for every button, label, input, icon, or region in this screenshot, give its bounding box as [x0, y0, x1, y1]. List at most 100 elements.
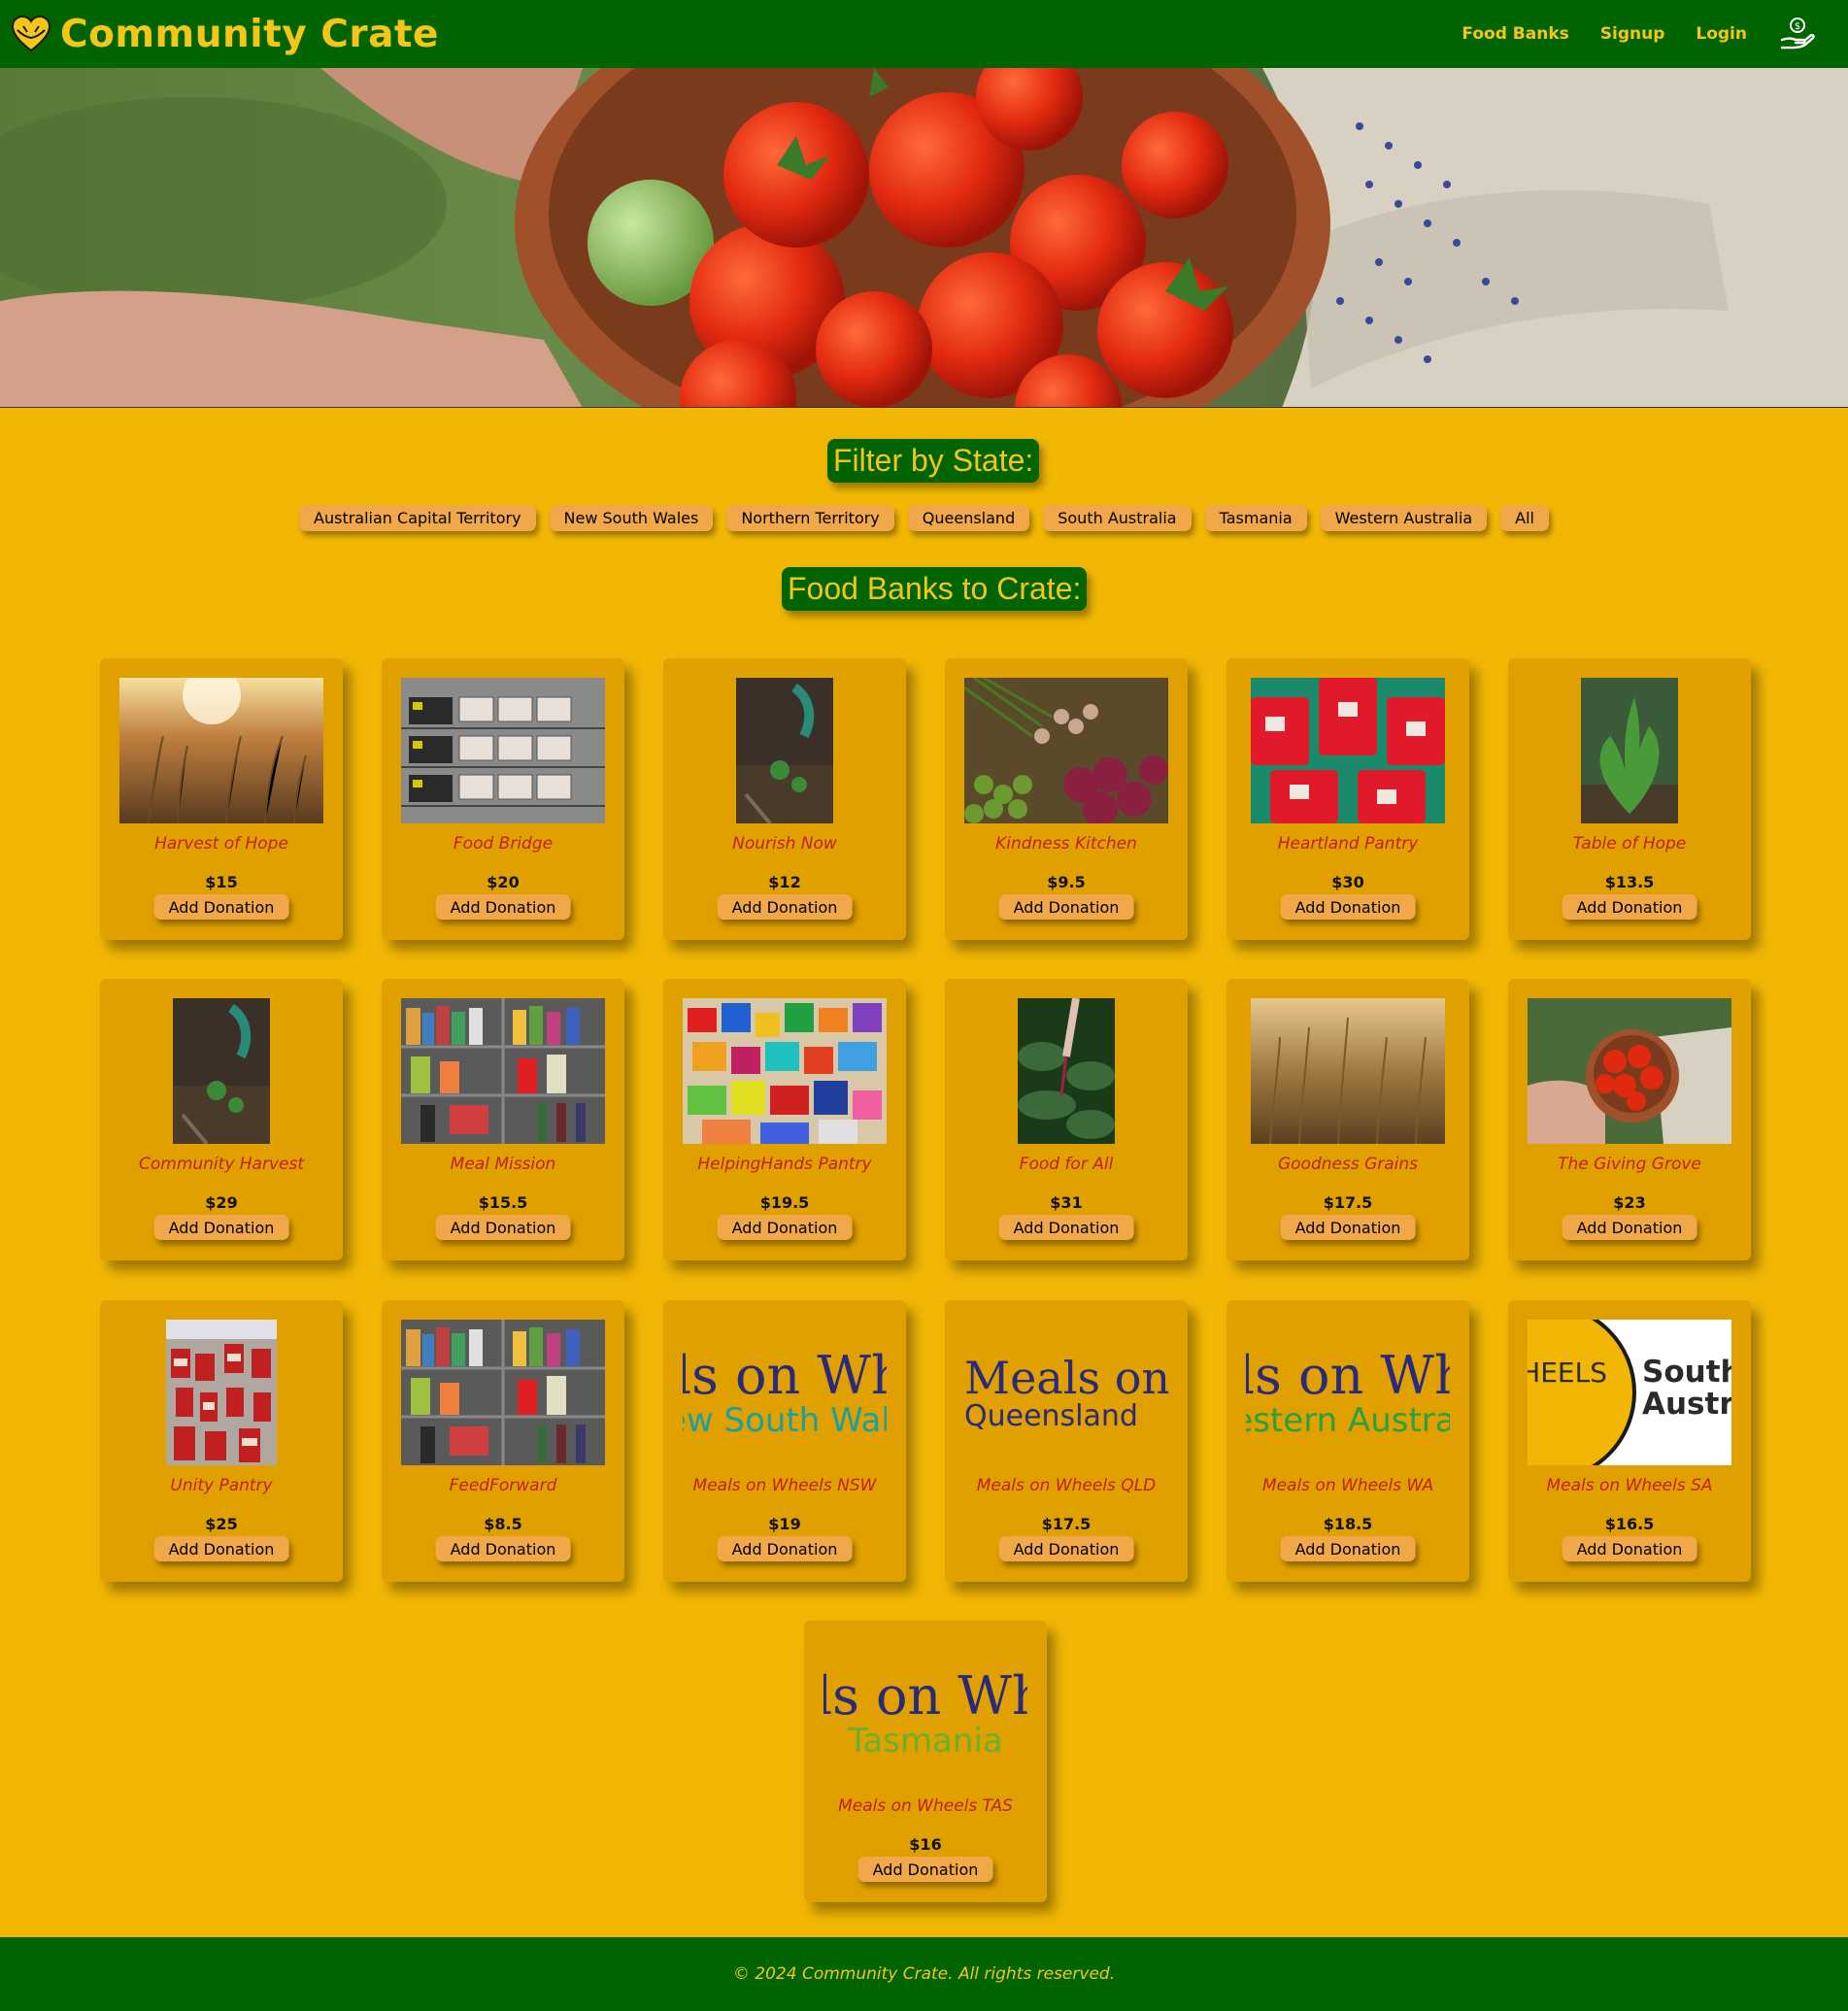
- food-bank-price: $16.5: [1604, 1515, 1655, 1533]
- food-bank-name: Table of Hope: [1572, 834, 1687, 854]
- food-bank-name: FeedForward: [449, 1476, 557, 1495]
- food-bank-photo: [119, 678, 323, 823]
- food-bank-photo: [964, 678, 1168, 823]
- food-bank-card: FeedForward $8.5 Add Donation: [382, 1300, 624, 1582]
- logo-line-1: Meals on Wheels: [1246, 1345, 1450, 1406]
- add-donation-button[interactable]: Add Donation: [153, 1536, 289, 1561]
- state-filter-group: Australian Capital Territory New South W…: [0, 505, 1848, 531]
- logo-line-1: Meals on Wheels: [964, 1352, 1168, 1404]
- add-donation-button[interactable]: Add Donation: [435, 894, 571, 920]
- food-bank-price: $30: [1331, 873, 1364, 891]
- add-donation-button[interactable]: Add Donation: [1280, 1215, 1416, 1240]
- nav-link-signup[interactable]: Signup: [1600, 24, 1665, 44]
- hero-banner-tomatoes: [0, 68, 1848, 408]
- food-bank-name: Community Harvest: [138, 1155, 305, 1174]
- meals-on-wheels-logo: Meals on Wheels New South Wales: [683, 1320, 887, 1465]
- food-bank-card: Table of Hope $13.5 Add Donation: [1508, 658, 1751, 940]
- add-donation-button[interactable]: Add Donation: [998, 1215, 1134, 1240]
- food-bank-price: $31: [1050, 1193, 1083, 1212]
- logo-line-1: Meals on Wheels: [823, 1665, 1027, 1726]
- filter-button-tas[interactable]: Tasmania: [1204, 505, 1307, 531]
- heart-hands-icon: [11, 15, 51, 52]
- add-donation-button[interactable]: Add Donation: [435, 1536, 571, 1561]
- food-bank-card: Kindness Kitchen $9.5 Add Donation: [945, 658, 1188, 940]
- food-bank-card: Meals on Wheels Tasmania Meals on Wheels…: [804, 1621, 1047, 1902]
- add-donation-button[interactable]: Add Donation: [1562, 1215, 1697, 1240]
- add-donation-button[interactable]: Add Donation: [717, 1215, 853, 1240]
- add-donation-button[interactable]: Add Donation: [1562, 1536, 1697, 1561]
- add-donation-button[interactable]: Add Donation: [717, 1536, 853, 1561]
- food-bank-card: Food for All $31 Add Donation: [945, 979, 1188, 1260]
- add-donation-button[interactable]: Add Donation: [1280, 1536, 1416, 1561]
- food-bank-price: $19: [768, 1515, 801, 1533]
- add-donation-button[interactable]: Add Donation: [998, 894, 1134, 920]
- meals-on-wheels-logo: MEALS ON WHEELS South Australia: [1528, 1320, 1731, 1465]
- food-bank-name: Unity Pantry: [170, 1476, 273, 1495]
- food-bank-card: Goodness Grains $17.5 Add Donation: [1226, 979, 1469, 1260]
- food-bank-price: $8.5: [484, 1515, 522, 1533]
- add-donation-button[interactable]: Add Donation: [1280, 894, 1416, 920]
- food-bank-name: Goodness Grains: [1277, 1155, 1419, 1174]
- food-bank-name: Heartland Pantry: [1277, 834, 1419, 854]
- food-bank-price: $12: [768, 873, 801, 891]
- food-bank-photo: [1528, 998, 1731, 1144]
- food-bank-price: $17.5: [1041, 1515, 1092, 1533]
- logo-line-1: Meals on Wheels: [683, 1345, 887, 1406]
- food-bank-name: The Giving Grove: [1558, 1155, 1701, 1174]
- add-donation-button[interactable]: Add Donation: [1562, 894, 1697, 920]
- food-bank-price: $15: [205, 873, 238, 891]
- food-bank-card: The Giving Grove $23 Add Donation: [1508, 979, 1751, 1260]
- food-bank-photo: [401, 1320, 605, 1465]
- logo-line-2: Queensland: [964, 1399, 1138, 1433]
- food-bank-card: Meals on Wheels New South Wales Meals on…: [663, 1300, 906, 1582]
- food-bank-photo: [173, 998, 270, 1144]
- food-bank-name: Meals on Wheels WA: [1261, 1476, 1434, 1495]
- meals-on-wheels-logo: Meals on Wheels Queensland: [964, 1320, 1168, 1465]
- food-bank-price: $18.5: [1323, 1515, 1373, 1533]
- food-bank-price: $13.5: [1604, 873, 1655, 891]
- nav-link-login[interactable]: Login: [1696, 24, 1747, 44]
- filter-button-nt[interactable]: Northern Territory: [726, 505, 894, 531]
- food-bank-name: Food for All: [1019, 1155, 1114, 1174]
- filter-button-all[interactable]: All: [1500, 505, 1549, 531]
- food-bank-price: $29: [205, 1193, 238, 1212]
- logo-line-1: MEALS ON WHEELS: [1528, 1358, 1607, 1388]
- add-donation-button[interactable]: Add Donation: [717, 894, 853, 920]
- food-bank-photo: [401, 998, 605, 1144]
- add-donation-button[interactable]: Add Donation: [153, 894, 289, 920]
- food-bank-photo: [683, 998, 887, 1144]
- food-bank-name: Harvest of Hope: [154, 834, 288, 854]
- food-bank-card: MEALS ON WHEELS South Australia Meals on…: [1508, 1300, 1751, 1582]
- food-bank-price: $25: [205, 1515, 238, 1533]
- food-bank-name: Meals on Wheels SA: [1546, 1476, 1713, 1495]
- food-bank-price: $17.5: [1323, 1193, 1373, 1212]
- filter-button-nsw[interactable]: New South Wales: [549, 505, 714, 531]
- food-bank-photo: [1581, 678, 1678, 823]
- logo-line-2: South Australia: [1642, 1357, 1731, 1421]
- filter-button-wa[interactable]: Western Australia: [1320, 505, 1488, 531]
- logo-line-2: Western Australia: [1246, 1401, 1450, 1440]
- donate-hand-icon[interactable]: $: [1778, 15, 1817, 53]
- filter-heading: Filter by State:: [827, 439, 1040, 483]
- filter-button-act[interactable]: Australian Capital Territory: [299, 505, 536, 531]
- nav-link-food-banks[interactable]: Food Banks: [1462, 24, 1568, 44]
- food-bank-photo: [736, 678, 833, 823]
- food-bank-name: Nourish Now: [732, 834, 837, 854]
- food-bank-card: Food Bridge $20 Add Donation: [382, 658, 624, 940]
- food-bank-card: Nourish Now $12 Add Donation: [663, 658, 906, 940]
- food-bank-price: $9.5: [1047, 873, 1086, 891]
- food-bank-price: $23: [1613, 1193, 1646, 1212]
- food-bank-card: Harvest of Hope $15 Add Donation: [100, 658, 343, 940]
- brand[interactable]: Community Crate: [10, 13, 439, 56]
- add-donation-button[interactable]: Add Donation: [153, 1215, 289, 1240]
- food-bank-name: Kindness Kitchen: [995, 834, 1137, 854]
- filter-button-qld[interactable]: Queensland: [907, 505, 1030, 531]
- add-donation-button[interactable]: Add Donation: [998, 1536, 1134, 1561]
- add-donation-button[interactable]: Add Donation: [435, 1215, 571, 1240]
- add-donation-button[interactable]: Add Donation: [857, 1857, 993, 1882]
- food-bank-photo: [1251, 998, 1445, 1144]
- filter-button-sa[interactable]: South Australia: [1043, 505, 1192, 531]
- copyright-text: © 2024 Community Crate. All rights reser…: [732, 1964, 1116, 1984]
- food-bank-price: $20: [487, 873, 520, 891]
- food-bank-price: $15.5: [478, 1193, 528, 1212]
